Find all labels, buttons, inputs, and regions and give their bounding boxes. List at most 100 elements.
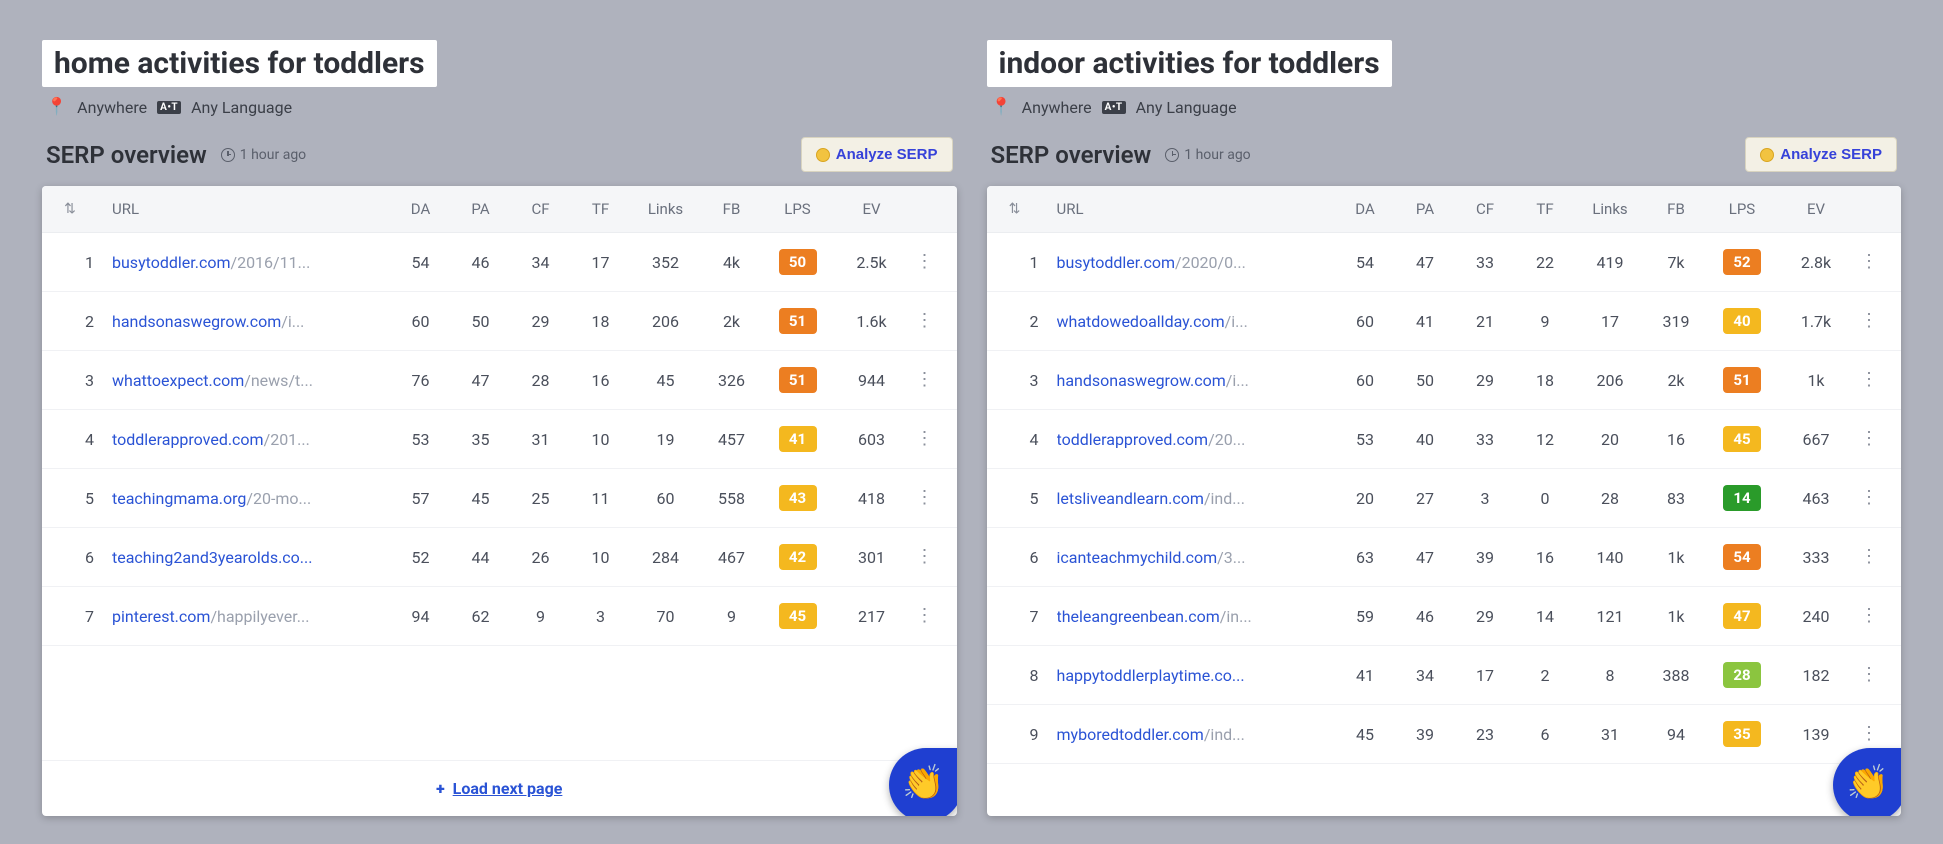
cell-url[interactable]: busytoddler.com/2020/0... — [1057, 253, 1336, 272]
col-header-fb[interactable]: FB — [701, 200, 763, 218]
cell-ev: 418 — [833, 489, 911, 508]
row-menu-icon[interactable]: ⋮ — [911, 253, 939, 271]
col-header-da[interactable]: DA — [391, 200, 451, 218]
url-domain[interactable]: handsonaswegrow.com — [112, 312, 281, 331]
row-menu-icon[interactable]: ⋮ — [1855, 430, 1883, 448]
col-header-da[interactable]: DA — [1335, 200, 1395, 218]
cell-url[interactable]: whatdowedoallday.com/i... — [1057, 312, 1336, 331]
cell-url[interactable]: toddlerapproved.com/20... — [1057, 430, 1336, 449]
load-next-page-button[interactable]: +Load next page — [42, 760, 957, 816]
col-header-ev[interactable]: EV — [1777, 200, 1855, 218]
row-menu-icon[interactable]: ⋮ — [1855, 312, 1883, 330]
url-domain[interactable]: letsliveandlearn.com — [1057, 489, 1204, 508]
col-header-pa[interactable]: PA — [1395, 200, 1455, 218]
col-header-lps[interactable]: LPS — [1707, 200, 1777, 218]
cell-fb: 83 — [1645, 489, 1707, 508]
row-menu-icon[interactable]: ⋮ — [911, 312, 939, 330]
cell-url[interactable]: handsonaswegrow.com/i... — [112, 312, 391, 331]
feedback-fab-button[interactable]: 👏 — [1833, 748, 1901, 816]
cell-url[interactable]: myboredtoddler.com/ind... — [1057, 725, 1336, 744]
row-menu-icon[interactable]: ⋮ — [1855, 489, 1883, 507]
serp-header: SERP overview1 hour agoAnalyze SERP — [987, 137, 1902, 172]
cell-cf: 34 — [511, 253, 571, 272]
col-header-url[interactable]: URL — [112, 200, 391, 218]
col-header-pa[interactable]: PA — [451, 200, 511, 218]
col-header-cf[interactable]: CF — [511, 200, 571, 218]
url-domain[interactable]: pinterest.com — [112, 607, 210, 626]
url-domain[interactable]: myboredtoddler.com — [1057, 725, 1204, 744]
cell-url[interactable]: whattoexpect.com/news/t... — [112, 371, 391, 390]
cell-tf: 16 — [1515, 548, 1575, 567]
shuffle-icon[interactable]: ⇅ — [1001, 201, 1029, 217]
row-menu-icon[interactable]: ⋮ — [1855, 666, 1883, 684]
clap-icon: 👏 — [1847, 763, 1889, 803]
cell-url[interactable]: busytoddler.com/2016/11... — [112, 253, 391, 272]
cell-da: 94 — [391, 607, 451, 626]
url-domain[interactable]: whatdowedoallday.com — [1057, 312, 1225, 331]
cell-url[interactable]: pinterest.com/happilyever... — [112, 607, 391, 626]
cell-pa: 62 — [451, 607, 511, 626]
url-domain[interactable]: teachingmama.org — [112, 489, 246, 508]
time-ago-label: 1 hour ago — [1184, 147, 1250, 163]
col-header-lps[interactable]: LPS — [763, 200, 833, 218]
col-header-url[interactable]: URL — [1057, 200, 1336, 218]
row-menu-icon[interactable]: ⋮ — [911, 548, 939, 566]
url-domain[interactable]: teaching2and3yearolds.co... — [112, 548, 312, 567]
url-domain[interactable]: busytoddler.com — [1057, 253, 1175, 272]
row-menu-icon[interactable]: ⋮ — [1855, 548, 1883, 566]
cell-pa: 45 — [451, 489, 511, 508]
cell-da: 63 — [1335, 548, 1395, 567]
cell-tf: 14 — [1515, 607, 1575, 626]
cell-url[interactable]: teaching2and3yearolds.co... — [112, 548, 391, 567]
table-row: 3whattoexpect.com/news/t...7647281645326… — [42, 351, 957, 410]
analyze-serp-button[interactable]: Analyze SERP — [1745, 137, 1897, 172]
col-header-links[interactable]: Links — [1575, 200, 1645, 218]
col-header-ev[interactable]: EV — [833, 200, 911, 218]
cell-fb: 9 — [701, 607, 763, 626]
row-menu-icon[interactable]: ⋮ — [1855, 607, 1883, 625]
cell-url[interactable]: icanteachmychild.com/3... — [1057, 548, 1336, 567]
location-label: Anywhere — [1022, 98, 1092, 117]
cell-url[interactable]: happytoddlerplaytime.co... — [1057, 666, 1336, 685]
url-domain[interactable]: toddlerapproved.com — [1057, 430, 1209, 449]
cell-url[interactable]: letsliveandlearn.com/ind... — [1057, 489, 1336, 508]
table-row: 3handsonaswegrow.com/i...605029182062k51… — [987, 351, 1902, 410]
language-label: Any Language — [1136, 98, 1237, 117]
cell-fb: 558 — [701, 489, 763, 508]
url-domain[interactable]: toddlerapproved.com — [112, 430, 264, 449]
url-domain[interactable]: handsonaswegrow.com — [1057, 371, 1226, 390]
cell-fb: 4k — [701, 253, 763, 272]
url-domain[interactable]: busytoddler.com — [112, 253, 230, 272]
col-header-tf[interactable]: TF — [1515, 200, 1575, 218]
row-menu-icon[interactable]: ⋮ — [911, 371, 939, 389]
row-menu-icon[interactable]: ⋮ — [911, 489, 939, 507]
row-menu-icon[interactable]: ⋮ — [1855, 253, 1883, 271]
feedback-fab-button[interactable]: 👏 — [889, 748, 957, 816]
row-menu-icon[interactable]: ⋮ — [911, 607, 939, 625]
row-menu-icon[interactable]: ⋮ — [911, 430, 939, 448]
url-domain[interactable]: whattoexpect.com — [112, 371, 244, 390]
col-header-cf[interactable]: CF — [1455, 200, 1515, 218]
cell-url[interactable]: theleangreenbean.com/in... — [1057, 607, 1336, 626]
row-menu-icon[interactable]: ⋮ — [1855, 725, 1883, 743]
cell-rank: 3 — [1029, 371, 1057, 390]
col-header-fb[interactable]: FB — [1645, 200, 1707, 218]
col-header-links[interactable]: Links — [631, 200, 701, 218]
url-domain[interactable]: icanteachmychild.com — [1057, 548, 1218, 567]
table-row: 1busytoddler.com/2020/0...544733224197k5… — [987, 233, 1902, 292]
cell-url[interactable]: toddlerapproved.com/201... — [112, 430, 391, 449]
cell-tf: 22 — [1515, 253, 1575, 272]
row-menu-icon[interactable]: ⋮ — [1855, 371, 1883, 389]
col-header-tf[interactable]: TF — [571, 200, 631, 218]
serp-panel: home activities for toddlers📍AnywhereA•T… — [42, 40, 957, 816]
shuffle-icon[interactable]: ⇅ — [56, 201, 84, 217]
url-domain[interactable]: happytoddlerplaytime.co... — [1057, 666, 1245, 685]
cell-lps: 52 — [1707, 249, 1777, 275]
clock-icon — [1165, 148, 1179, 162]
url-domain[interactable]: theleangreenbean.com — [1057, 607, 1220, 626]
cell-url[interactable]: handsonaswegrow.com/i... — [1057, 371, 1336, 390]
cell-pa: 47 — [451, 371, 511, 390]
analyze-serp-button[interactable]: Analyze SERP — [801, 137, 953, 172]
cell-url[interactable]: teachingmama.org/20-mo... — [112, 489, 391, 508]
lps-badge: 14 — [1723, 485, 1761, 511]
